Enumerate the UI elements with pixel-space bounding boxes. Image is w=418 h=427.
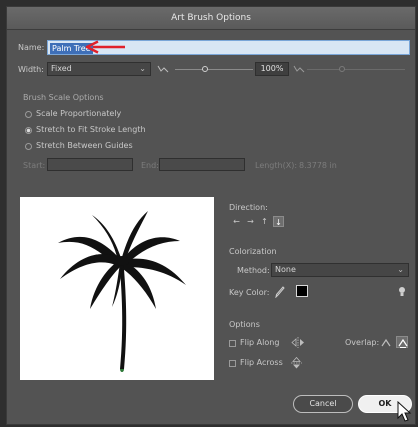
start-label: Start: [23, 161, 46, 170]
scale-proportionately-label: Scale Proportionately [36, 109, 122, 118]
radio-stretch-to-fit[interactable] [25, 127, 32, 134]
overlap-yes-icon[interactable] [396, 336, 408, 348]
pressure-icon [157, 65, 169, 73]
direction-up-icon[interactable]: ↑ [259, 216, 270, 227]
stretch-to-fit-label: Stretch to Fit Stroke Length [36, 125, 146, 134]
direction-down-icon[interactable]: ↓ [273, 216, 284, 227]
length-label: Length(X): [255, 161, 298, 170]
flip-along-label: Flip Along [240, 338, 280, 347]
width-label: Width: [18, 65, 44, 74]
options-heading: Options [229, 320, 260, 329]
flip-along-checkbox[interactable] [229, 340, 236, 347]
chevron-down-icon: ⌄ [397, 265, 404, 274]
width-dropdown[interactable]: Fixed ⌄ [47, 62, 151, 76]
key-color-swatch[interactable] [296, 285, 308, 297]
cancel-button[interactable]: Cancel [293, 395, 353, 413]
stretch-between-guides-label: Stretch Between Guides [36, 141, 133, 150]
colorization-heading: Colorization [229, 247, 277, 256]
width-dropdown-value: Fixed [51, 64, 72, 73]
method-label: Method: [237, 266, 270, 275]
flip-across-label: Flip Across [240, 358, 283, 367]
red-arrow-annotation-icon [85, 40, 125, 54]
palm-tree-image [58, 211, 186, 372]
chevron-down-icon: ⌄ [139, 64, 146, 73]
width-slider-knob[interactable] [202, 66, 208, 72]
radio-stretch-between-guides[interactable] [25, 143, 32, 150]
method-dropdown-value: None [275, 265, 296, 274]
mouse-cursor-icon [397, 401, 412, 422]
overlap-label: Overlap: [345, 338, 380, 347]
direction-left-icon[interactable]: ← [231, 216, 242, 227]
name-label: Name: [18, 43, 45, 52]
start-field [47, 158, 133, 171]
width-percent-field[interactable]: 100% [255, 62, 289, 76]
end-label: End: [141, 161, 159, 170]
end-field [159, 158, 245, 171]
dialog-title: Art Brush Options [7, 7, 415, 30]
tips-lightbulb-icon[interactable] [397, 286, 407, 298]
length-value: 8.3778 in [299, 161, 337, 170]
art-brush-options-dialog: Art Brush Options Name: Palm Tree Width:… [6, 6, 416, 425]
direction-label: Direction: [229, 203, 268, 212]
brush-scale-heading: Brush Scale Options [23, 93, 104, 102]
key-color-label: Key Color: [229, 288, 270, 297]
flip-across-icon [291, 357, 302, 369]
direction-right-icon[interactable]: → [245, 216, 256, 227]
variation-slider-track [307, 69, 405, 70]
variation-icon [293, 65, 305, 73]
method-dropdown[interactable]: None ⌄ [271, 263, 409, 277]
width-slider-track[interactable] [175, 69, 253, 70]
overlap-no-icon[interactable] [380, 336, 392, 348]
variation-slider-knob [339, 66, 345, 72]
radio-scale-proportionately[interactable] [25, 111, 32, 118]
brush-preview [20, 197, 214, 380]
eyedropper-icon[interactable] [275, 286, 285, 298]
flip-along-icon [291, 337, 304, 348]
flip-across-checkbox[interactable] [229, 360, 236, 367]
